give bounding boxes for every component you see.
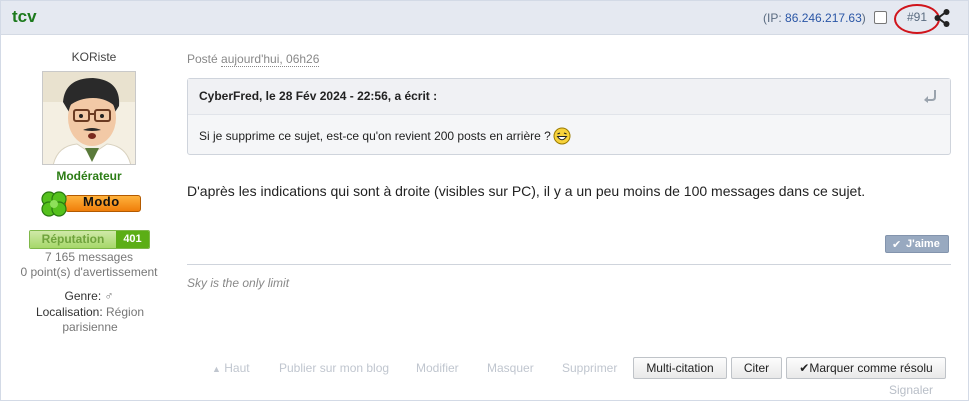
up-arrow-icon: ▲ — [212, 364, 221, 374]
resolve-label: Marquer comme résolu — [809, 361, 933, 375]
author-rank: Modérateur — [56, 169, 122, 183]
publish-blog-link[interactable]: Publier sur mon blog — [279, 361, 389, 375]
author-username[interactable]: KORiste — [1, 50, 187, 64]
like-label: J'aime — [906, 238, 940, 250]
reputation-label: Réputation — [30, 231, 116, 248]
author-gender: Genre: ♂ — [1, 289, 177, 303]
quote-block: CyberFred, le 28 Fév 2024 - 22:56, a écr… — [187, 78, 951, 155]
quote-text: Si je supprime ce sujet, est-ce qu'on re… — [199, 127, 571, 146]
signature-divider — [187, 264, 951, 265]
view-quoted-post-icon[interactable] — [922, 89, 938, 103]
post-body: D'après les indications qui sont à droit… — [187, 183, 866, 199]
check-icon: ✔ — [799, 361, 810, 375]
post-date: Posté aujourd'hui, 06h26 — [187, 52, 320, 67]
warning-points: 0 point(s) d'avertissement — [20, 265, 158, 279]
quote-text-content: Si je supprime ce sujet, est-ce qu'on re… — [199, 129, 551, 144]
quote-header: CyberFred, le 28 Fév 2024 - 22:56, a écr… — [188, 79, 950, 115]
avatar-image — [43, 72, 135, 164]
ip-address: (IP: 86.246.217.63) — [763, 11, 866, 25]
hide-link[interactable]: Masquer — [487, 361, 534, 375]
top-label: Haut — [224, 361, 250, 375]
like-button[interactable]: ✔ J'aime — [885, 235, 949, 253]
posted-prefix: Posté — [187, 52, 218, 66]
topic-title[interactable]: tcv — [12, 7, 37, 27]
signature: Sky is the only limit — [187, 276, 290, 290]
author-location: Localisation: Région parisienne — [29, 305, 151, 335]
clover-icon — [41, 191, 67, 217]
moderator-badge: Modo — [37, 190, 143, 218]
back-to-top-link[interactable]: ▲ Haut — [212, 361, 250, 375]
post-header: tcv (IP: 86.246.217.63) #91 — [1, 1, 968, 35]
location-label: Localisation: — [35, 305, 103, 319]
post-container: tcv (IP: 86.246.217.63) #91 KORiste Modé… — [0, 0, 969, 401]
ip-prefix: (IP: — [763, 11, 786, 25]
ip-suffix: ) — [861, 11, 866, 25]
delete-link[interactable]: Supprimer — [562, 361, 617, 375]
check-icon: ✔ — [892, 239, 902, 251]
ip-link[interactable]: 86.246.217.63 — [785, 11, 862, 25]
share-icon[interactable] — [933, 8, 951, 28]
mark-resolved-button[interactable]: ✔Marquer comme résolu — [786, 357, 946, 379]
report-link[interactable]: Signaler — [889, 383, 933, 397]
badge-label: Modo — [83, 194, 120, 209]
quote-author: CyberFred, le 28 Fév 2024 - 22:56, a écr… — [199, 89, 438, 103]
message-count: 7 165 messages — [44, 250, 134, 264]
author-avatar[interactable] — [42, 71, 136, 165]
reputation-value: 401 — [116, 231, 149, 248]
multiquote-button[interactable]: Multi-citation — [633, 357, 727, 379]
select-post-checkbox[interactable] — [874, 11, 887, 24]
reputation-badge: Réputation 401 — [29, 230, 150, 249]
edit-link[interactable]: Modifier — [416, 361, 459, 375]
laughing-smiley-icon — [553, 127, 571, 145]
gender-value: ♂ — [104, 289, 114, 303]
posted-time: aujourd'hui, 06h26 — [221, 52, 320, 67]
quote-button[interactable]: Citer — [731, 357, 782, 379]
gender-label: Genre: — [64, 289, 102, 303]
